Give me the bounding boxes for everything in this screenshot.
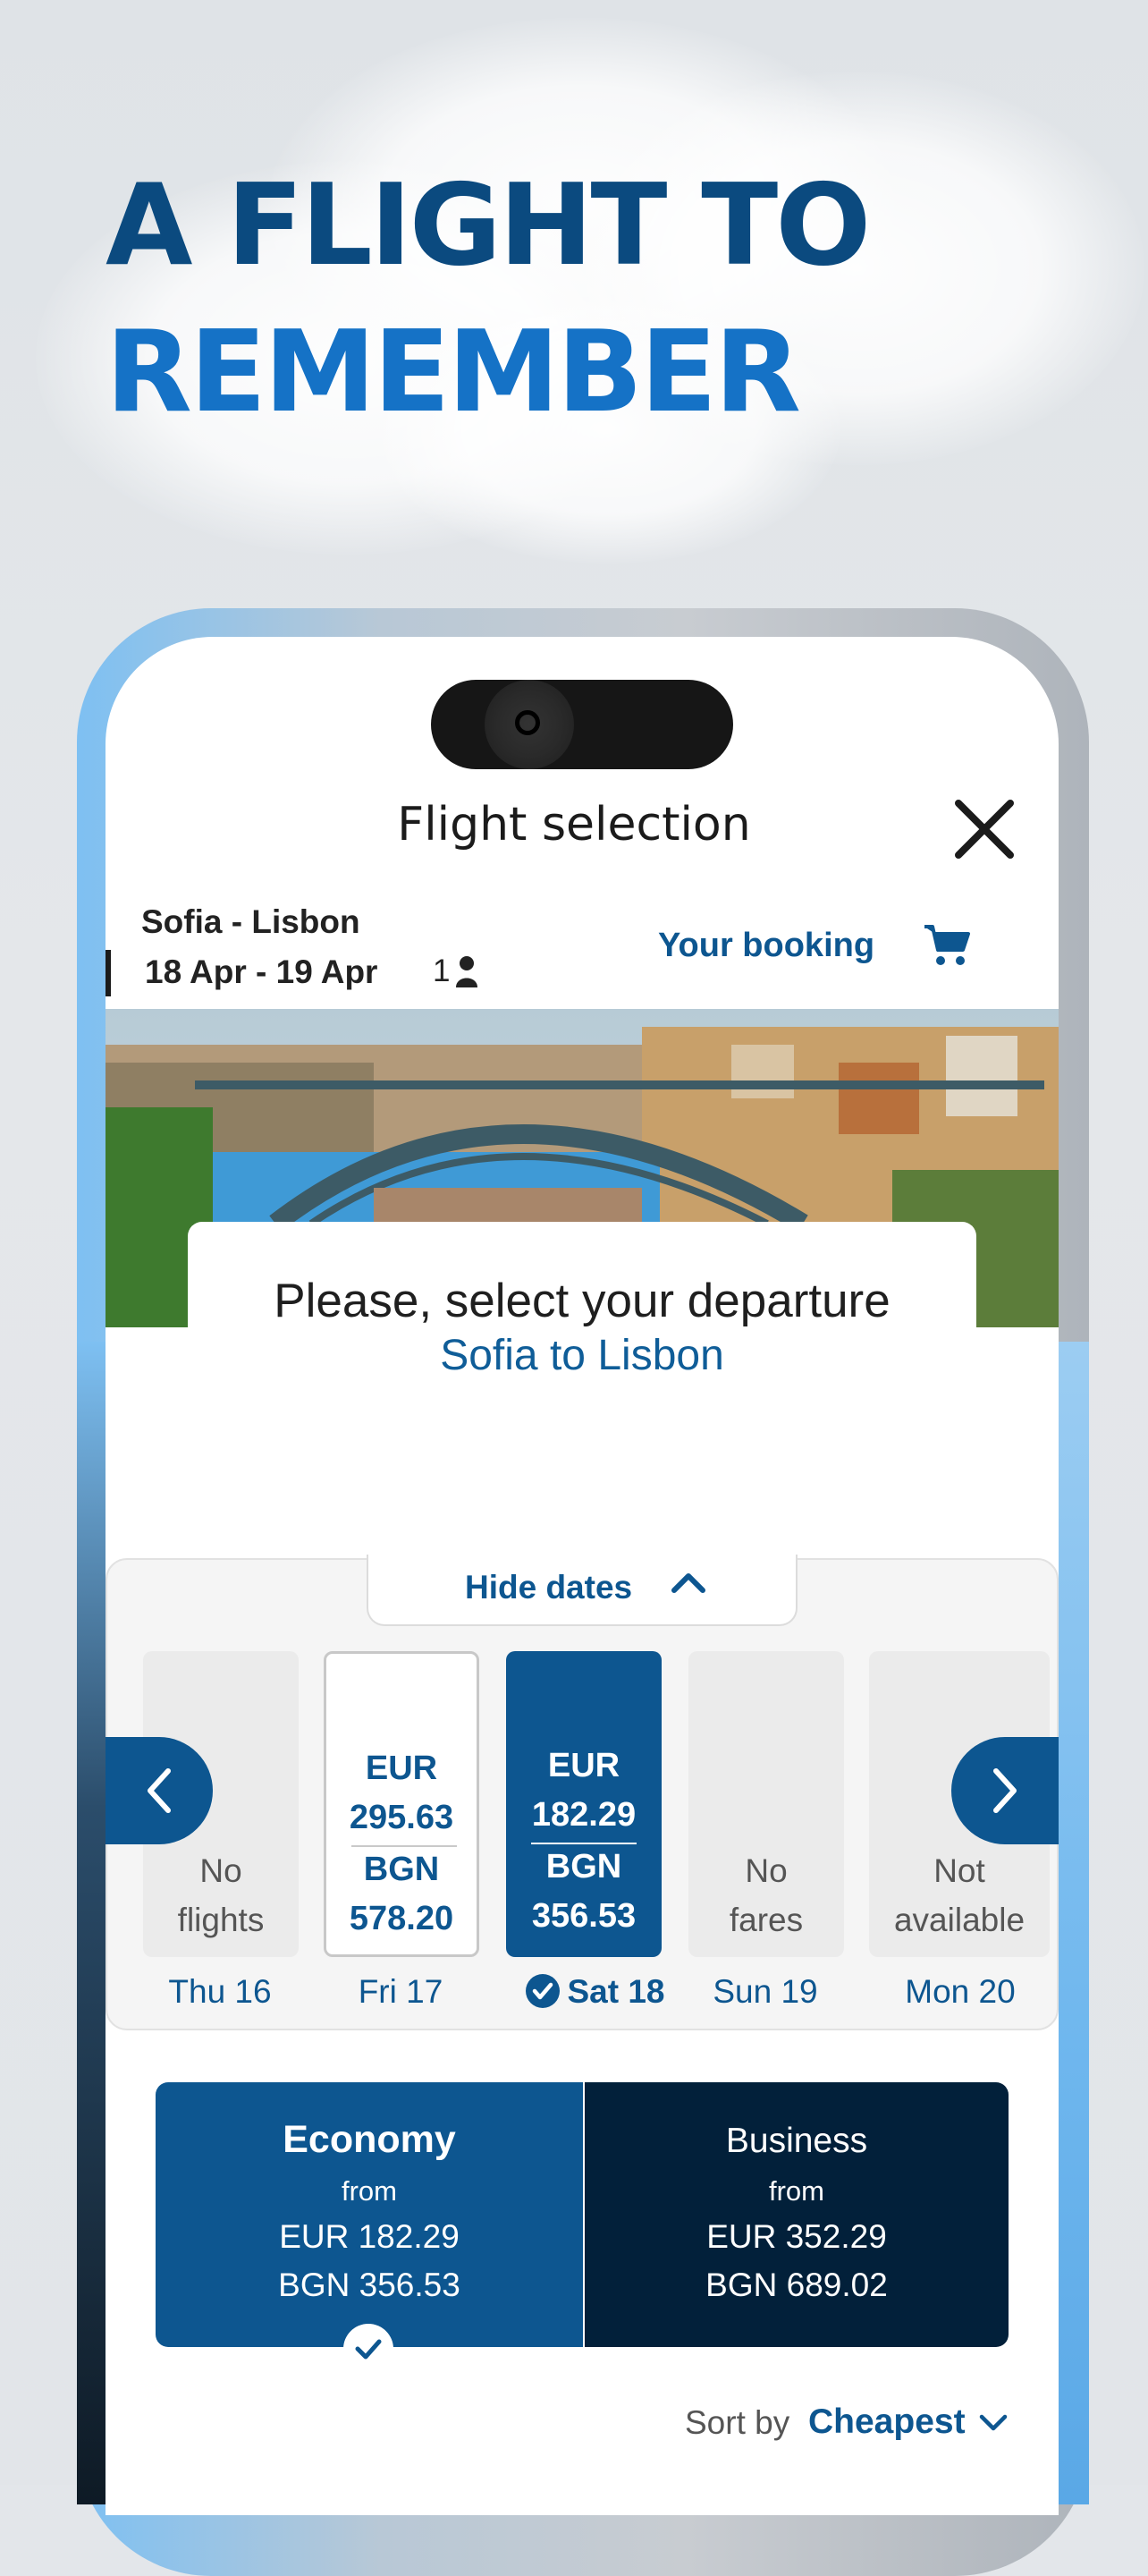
fare-name: Economy xyxy=(283,2118,456,2161)
your-booking-link[interactable]: Your booking xyxy=(658,927,874,965)
eur-price: 295.63 xyxy=(349,1799,454,1836)
headline-line-1: A FLIGHT TO xyxy=(106,159,871,291)
date-tile-sun-19[interactable]: No fares xyxy=(688,1651,844,1957)
chevron-right-icon xyxy=(993,1768,1017,1813)
hide-dates-label[interactable]: Hide dates xyxy=(465,1569,632,1606)
divider xyxy=(106,950,111,996)
bgn-price: 356.53 xyxy=(531,1897,637,1935)
eur-currency: EUR xyxy=(365,1750,438,1787)
selection-route: Sofia to Lisbon xyxy=(440,1332,724,1379)
date-tile-sat-18[interactable]: EUR 182.29 BGN 356.53 xyxy=(506,1651,662,1957)
trip-route: Sofia - Lisbon xyxy=(141,903,360,940)
sort-dropdown[interactable]: Cheapest xyxy=(808,2402,966,2442)
sort-label: Sort by xyxy=(685,2404,790,2441)
fare-economy[interactable]: Economy from EUR 182.29 BGN 356.53 xyxy=(156,2082,583,2347)
date-label-fri-17[interactable]: Fri 17 xyxy=(311,1973,490,2011)
selected-check-icon xyxy=(343,2324,393,2374)
person-icon xyxy=(456,956,477,987)
check-circle-icon xyxy=(526,1974,561,2008)
date-tile-message: Not available xyxy=(893,1852,1026,1938)
eur-price: 182.29 xyxy=(531,1796,637,1834)
fare-price-bgn: BGN 689.02 xyxy=(705,2267,888,2303)
chevron-down-icon[interactable] xyxy=(978,2410,1009,2435)
date-label-sun-19[interactable]: Sun 19 xyxy=(676,1973,855,2011)
cart-icon[interactable] xyxy=(923,923,971,968)
close-icon[interactable] xyxy=(950,794,1019,864)
camera-icon xyxy=(485,680,574,769)
trip-dates: 18 Apr - 19 Apr xyxy=(145,953,378,990)
bgn-price: 578.20 xyxy=(349,1900,454,1937)
date-label-text: Sat 18 xyxy=(567,1973,665,2010)
fare-from: from xyxy=(342,2175,397,2207)
phone-frame-edge xyxy=(1059,1342,1089,2504)
fare-name: Business xyxy=(725,2122,868,2160)
bgn-currency: BGN xyxy=(363,1851,440,1888)
fare-price-eur: EUR 182.29 xyxy=(279,2218,460,2255)
selection-prompt: Please, select your departure xyxy=(274,1275,891,1327)
date-tile-message: No flights xyxy=(177,1852,265,1938)
date-label-sat-18[interactable]: Sat 18 xyxy=(488,1973,703,2011)
chevron-up-icon[interactable] xyxy=(669,1565,708,1597)
chevron-left-icon xyxy=(148,1768,171,1813)
bgn-currency: BGN xyxy=(545,1848,622,1885)
date-tile-fri-17[interactable]: EUR 295.63 BGN 578.20 xyxy=(324,1651,479,1957)
previous-dates-button[interactable] xyxy=(106,1737,213,1844)
passenger-count: 1 xyxy=(433,953,451,988)
dynamic-island xyxy=(431,680,733,769)
fare-price-eur: EUR 352.29 xyxy=(706,2218,887,2255)
date-tile-message: No fares xyxy=(729,1852,804,1938)
date-label-thu-16[interactable]: Thu 16 xyxy=(131,1973,309,2011)
fare-from: from xyxy=(769,2175,824,2207)
eur-currency: EUR xyxy=(547,1747,620,1784)
date-label-mon-20[interactable]: Mon 20 xyxy=(871,1973,1050,2011)
promo-headline: A FLIGHT TO REMEMBER xyxy=(106,152,871,445)
fare-price-bgn: BGN 356.53 xyxy=(278,2267,460,2303)
headline-line-2: REMEMBER xyxy=(106,306,801,437)
phone-frame-edge xyxy=(77,1342,107,2504)
fare-business[interactable]: Business from EUR 352.29 BGN 689.02 xyxy=(585,2082,1009,2347)
next-dates-button[interactable] xyxy=(951,1737,1059,1844)
